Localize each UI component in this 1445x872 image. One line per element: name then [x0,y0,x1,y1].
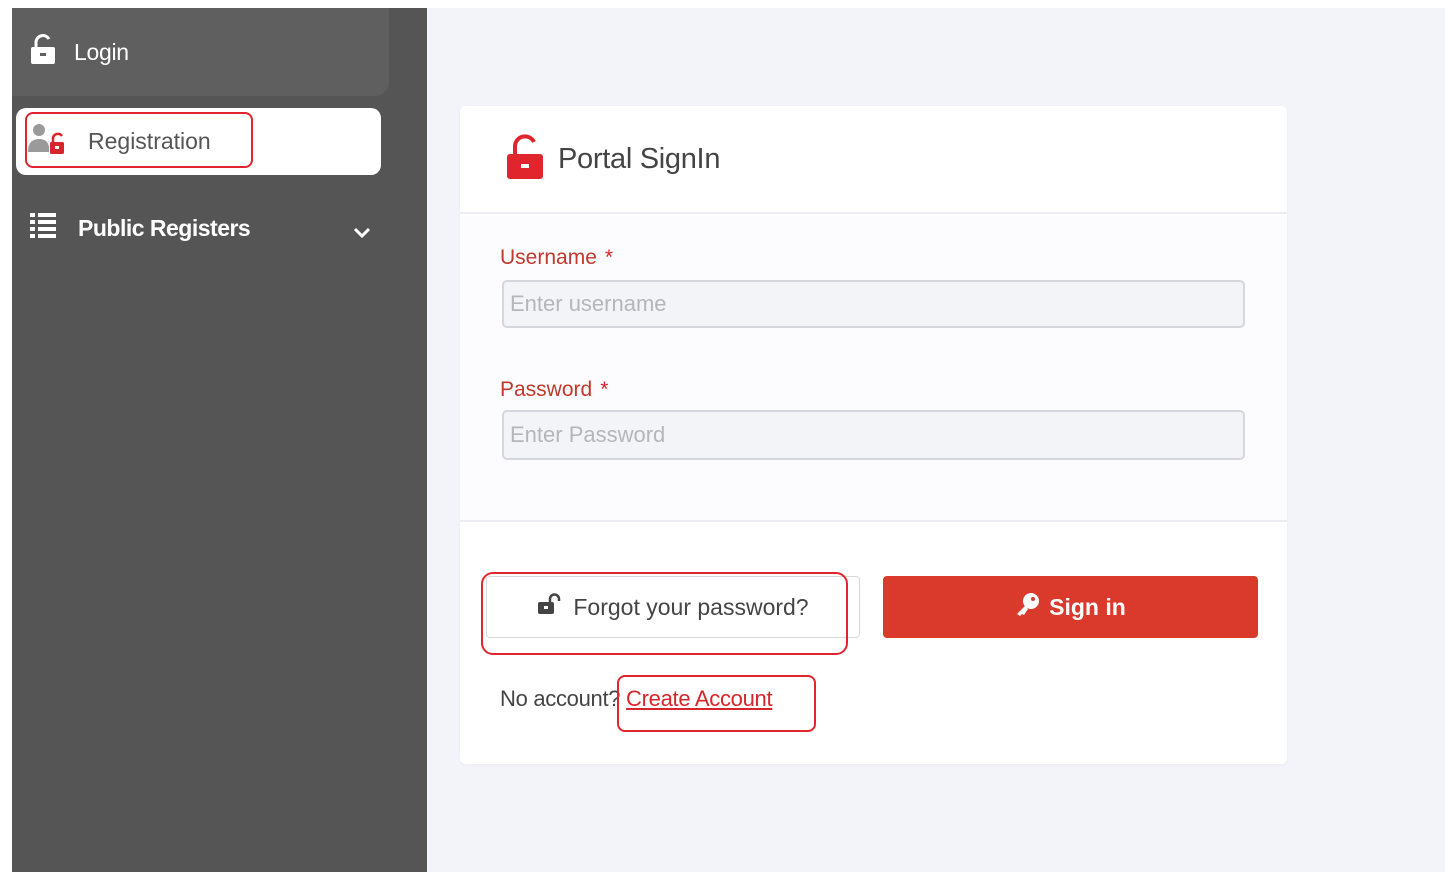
signin-card: Portal SignIn Username * Password * [460,106,1287,764]
forgot-password-label: Forgot your password? [573,593,809,620]
main-content: Portal SignIn Username * Password * [427,8,1445,872]
page-title: Portal SignIn [558,142,721,175]
unlock-icon [537,593,561,621]
required-mark: * [600,378,609,401]
password-label-text: Password [500,378,593,401]
sidebar-item-login[interactable]: Login [12,8,389,96]
sign-in-label: Sign in [1049,593,1126,620]
username-label: Username * [500,246,613,270]
sidebar-item-public-registers[interactable]: Public Registers [12,193,387,263]
create-account-link[interactable]: Create Account [626,686,773,711]
no-account-text: No account? [500,686,621,711]
sign-in-button[interactable]: Sign in [883,576,1258,638]
password-label: Password * [500,378,608,402]
username-label-text: Username [500,246,597,269]
username-input[interactable] [502,280,1245,328]
password-input[interactable] [502,410,1245,460]
required-mark: * [604,246,614,269]
sidebar: Login Registration Public Registers [12,8,427,872]
sidebar-item-label: Login [74,38,129,65]
no-account-row: No account? Create Account [500,686,773,712]
unlock-icon [30,33,56,71]
form-body: Username * Password * [460,216,1287,522]
sidebar-item-registration[interactable]: Registration [16,108,381,175]
unlock-icon [506,133,544,185]
forgot-password-button[interactable]: Forgot your password? [486,576,860,638]
key-icon [1015,591,1041,623]
page: Login Registration Public Registers Port… [0,0,1445,872]
chevron-down-icon[interactable] [353,219,371,245]
card-header: Portal SignIn [460,106,1287,214]
user-lock-icon [28,122,66,162]
sidebar-item-label: Registration [88,128,211,154]
sidebar-item-label: Public Registers [78,214,251,241]
list-icon [30,211,58,245]
